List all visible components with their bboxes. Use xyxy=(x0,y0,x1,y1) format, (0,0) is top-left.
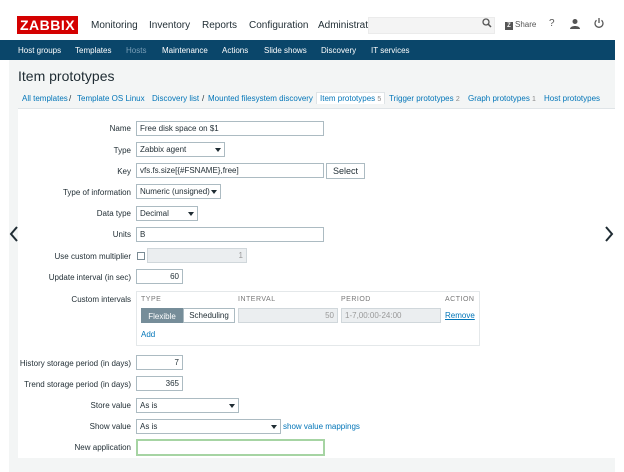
trends-label: Trend storage period (in days) xyxy=(24,380,131,389)
chevron-down-icon xyxy=(211,190,217,194)
type-of-information-label: Type of information xyxy=(62,188,131,197)
share-button[interactable]: Z Share xyxy=(505,20,536,30)
show-value-mappings-link[interactable]: show value mappings xyxy=(283,422,360,431)
history-input[interactable]: 7 xyxy=(136,355,183,370)
custom-intervals-period-header: PERIOD xyxy=(341,296,371,303)
chevron-down-icon xyxy=(271,425,277,429)
update-interval-input[interactable]: 60 xyxy=(136,269,183,284)
data-type-value: Decimal xyxy=(140,209,169,218)
submenu-hosts[interactable]: Hosts xyxy=(126,46,146,55)
tab-host-prototypes[interactable]: Host prototypes xyxy=(544,94,600,103)
tab-count: 5 xyxy=(377,96,382,103)
tab-count: 1 xyxy=(532,96,536,103)
update-interval-label: Update interval (in sec) xyxy=(48,273,131,282)
store-value-value: As is xyxy=(140,401,158,410)
name-label: Name xyxy=(109,124,131,133)
menu-monitoring[interactable]: Monitoring xyxy=(91,20,138,31)
data-type-label: Data type xyxy=(96,209,131,218)
page-title: Item prototypes xyxy=(18,68,115,84)
zabbix-logo[interactable]: ZABBIX xyxy=(17,16,78,34)
breadcrumb-separator: / xyxy=(69,94,72,103)
chevron-down-icon xyxy=(188,212,194,216)
flexible-toggle[interactable]: Flexible xyxy=(141,308,183,323)
type-of-information-select[interactable]: Numeric (unsigned) xyxy=(136,184,221,199)
name-input[interactable]: Free disk space on $1 xyxy=(136,121,324,136)
tab-label: Trigger prototypes xyxy=(389,94,454,103)
submenu-host-groups[interactable]: Host groups xyxy=(18,46,61,55)
right-edge xyxy=(615,40,624,472)
chevron-down-icon xyxy=(229,404,235,408)
units-input[interactable]: B xyxy=(136,227,324,242)
submenu-slide-shows[interactable]: Slide shows xyxy=(264,46,307,55)
submenu-actions[interactable]: Actions xyxy=(222,46,248,55)
store-value-label: Store value xyxy=(90,401,131,410)
history-label: History storage period (in days) xyxy=(19,359,131,368)
menu-configuration[interactable]: Configuration xyxy=(249,20,308,31)
breadcrumb-separator: / xyxy=(202,94,205,103)
submenu-discovery[interactable]: Discovery xyxy=(321,46,356,55)
breadcrumb-all-templates[interactable]: All templates xyxy=(22,94,68,103)
submenu-maintenance[interactable]: Maintenance xyxy=(162,46,208,55)
type-of-information-value: Numeric (unsigned) xyxy=(140,187,210,196)
breadcrumb-template[interactable]: Template OS Linux xyxy=(77,94,145,103)
breadcrumb-discovery-rule[interactable]: Mounted filesystem discovery xyxy=(208,94,313,103)
show-value-value: As is xyxy=(140,422,158,431)
custom-intervals-label: Custom intervals xyxy=(71,295,131,304)
tab-label: Graph prototypes xyxy=(468,94,530,103)
share-label: Share xyxy=(515,20,537,29)
previous-arrow-icon[interactable] xyxy=(9,226,19,247)
new-application-input[interactable] xyxy=(136,439,325,456)
sign-out-icon[interactable] xyxy=(593,17,605,29)
add-interval-link[interactable]: Add xyxy=(141,330,155,339)
trends-input[interactable]: 365 xyxy=(136,376,183,391)
help-button[interactable]: ? xyxy=(549,18,555,29)
custom-period-input[interactable]: 1-7,00:00-24:00 xyxy=(341,308,441,323)
store-value-select[interactable]: As is xyxy=(136,398,239,413)
type-select[interactable]: Zabbix agent xyxy=(136,142,225,157)
submenu-it-services[interactable]: IT services xyxy=(371,46,410,55)
tab-label: Host prototypes xyxy=(544,94,601,103)
data-type-select[interactable]: Decimal xyxy=(136,206,198,221)
search-icon[interactable] xyxy=(482,18,492,31)
search-input[interactable] xyxy=(368,17,495,34)
custom-multiplier-label: Use custom multiplier xyxy=(54,252,131,261)
scheduling-toggle[interactable]: Scheduling xyxy=(183,308,235,323)
custom-intervals-interval-header: INTERVAL xyxy=(238,296,276,303)
tab-count: 2 xyxy=(455,96,460,103)
tab-graph-prototypes[interactable]: Graph prototypes 1 xyxy=(468,94,536,103)
new-application-label: New application xyxy=(74,443,131,452)
share-icon: Z xyxy=(505,22,513,30)
custom-interval-input[interactable]: 50 xyxy=(238,308,338,323)
menu-administration[interactable]: Administratic xyxy=(318,20,375,31)
custom-multiplier-checkbox[interactable] xyxy=(137,252,145,260)
tab-item-prototypes[interactable]: Item prototypes 5 xyxy=(316,92,386,104)
show-value-label: Show value xyxy=(89,422,131,431)
breadcrumb: All templates / Template OS Linux Discov… xyxy=(0,92,615,108)
tab-label: Item prototypes xyxy=(320,94,376,103)
tab-trigger-prototypes[interactable]: Trigger prototypes 2 xyxy=(389,94,460,103)
next-arrow-icon[interactable] xyxy=(604,226,614,247)
bottom-strip xyxy=(9,458,615,472)
user-profile-icon[interactable] xyxy=(569,18,581,30)
key-label: Key xyxy=(117,167,131,176)
custom-intervals-action-header: ACTION xyxy=(445,296,475,303)
key-input[interactable]: vfs.fs.size[{#FSNAME},free] xyxy=(136,163,324,178)
chevron-down-icon xyxy=(215,148,221,152)
units-label: Units xyxy=(112,230,131,239)
custom-multiplier-input[interactable]: 1 xyxy=(147,248,247,263)
custom-intervals-type-header: TYPE xyxy=(141,296,162,303)
key-select-button[interactable]: Select xyxy=(326,163,365,179)
type-value: Zabbix agent xyxy=(140,145,187,154)
submenu-templates[interactable]: Templates xyxy=(75,46,111,55)
remove-interval-link[interactable]: Remove xyxy=(445,311,475,320)
sub-menu: Host groups Templates Hosts Maintenance … xyxy=(0,40,615,60)
top-bar: ZABBIX Monitoring Inventory Reports Conf… xyxy=(0,0,624,40)
breadcrumb-discovery-list[interactable]: Discovery list xyxy=(152,94,199,103)
menu-reports[interactable]: Reports xyxy=(202,20,237,31)
show-value-select[interactable]: As is xyxy=(136,419,281,434)
type-label: Type xyxy=(113,146,131,155)
menu-inventory[interactable]: Inventory xyxy=(149,20,190,31)
